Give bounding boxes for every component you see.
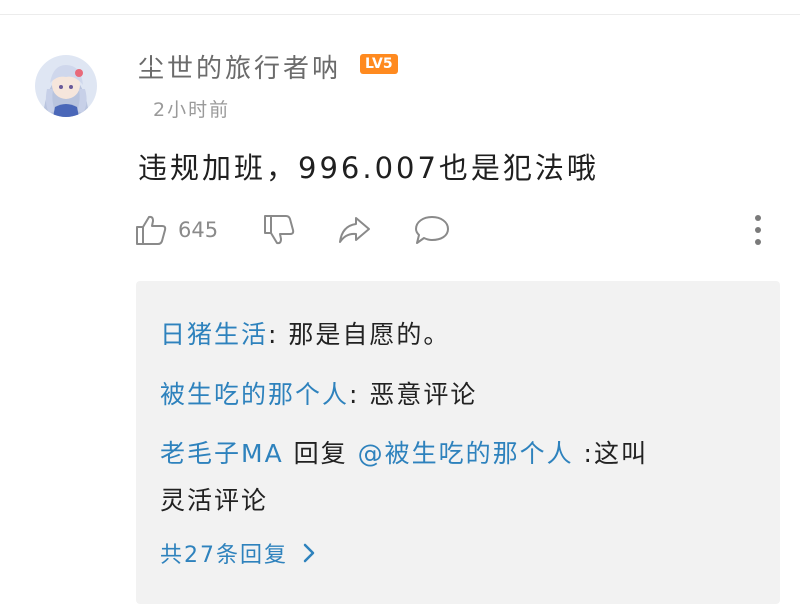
view-all-replies-label: 共27条回复 (160, 543, 288, 568)
more-vertical-icon (755, 215, 761, 245)
reply-mention[interactable]: @被生吃的那个人 (358, 439, 574, 468)
comment-bubble-icon (415, 216, 449, 244)
reply-author[interactable]: 日猪生活 (160, 320, 268, 349)
like-count: 645 (178, 218, 219, 242)
share-icon (339, 217, 370, 243)
username[interactable]: 尘世的旅行者呐 (138, 48, 341, 85)
reply-author[interactable]: 被生吃的那个人 (160, 380, 349, 409)
reply-item[interactable]: 日猪生活: 那是自愿的。 (160, 315, 450, 351)
reply-text: 那是自愿的。 (278, 320, 451, 349)
reply-item[interactable]: 老毛子MA 回复 @被生吃的那个人 :这叫 (160, 434, 648, 470)
top-divider (0, 14, 800, 15)
avatar[interactable] (35, 55, 97, 117)
chevron-right-icon (303, 543, 315, 563)
share-button[interactable] (336, 210, 372, 250)
reply-separator: : (573, 439, 594, 468)
comment-timestamp: 2小时前 (153, 99, 231, 121)
dislike-button[interactable] (262, 210, 296, 250)
thumbs-down-icon (264, 215, 295, 245)
view-all-replies-link[interactable]: 共27条回复 (160, 537, 316, 569)
level-badge: LV5 (360, 54, 398, 74)
avatar-image (35, 55, 97, 117)
reply-separator: : (349, 380, 360, 409)
reply-separator: : (268, 320, 279, 349)
comment-text: 违规加班，996.007也是犯法哦 (138, 151, 599, 185)
thumbs-up-icon (136, 215, 167, 245)
reply-author[interactable]: 老毛子MA (160, 439, 284, 468)
reply-text: 这叫 (593, 439, 648, 468)
replies-preview[interactable]: 日猪生活: 那是自愿的。 被生吃的那个人: 恶意评论 老毛子MA 回复 @被生吃… (136, 281, 780, 604)
like-button[interactable]: 645 (134, 210, 218, 250)
reply-text: 恶意评论 (359, 380, 478, 409)
reply-button[interactable] (413, 210, 451, 250)
reply-to-label: 回复 (283, 439, 358, 468)
reply-item[interactable]: 被生吃的那个人: 恶意评论 (160, 375, 477, 411)
reply-text-continued: 灵活评论 (160, 486, 269, 515)
more-options-button[interactable] (748, 212, 768, 248)
